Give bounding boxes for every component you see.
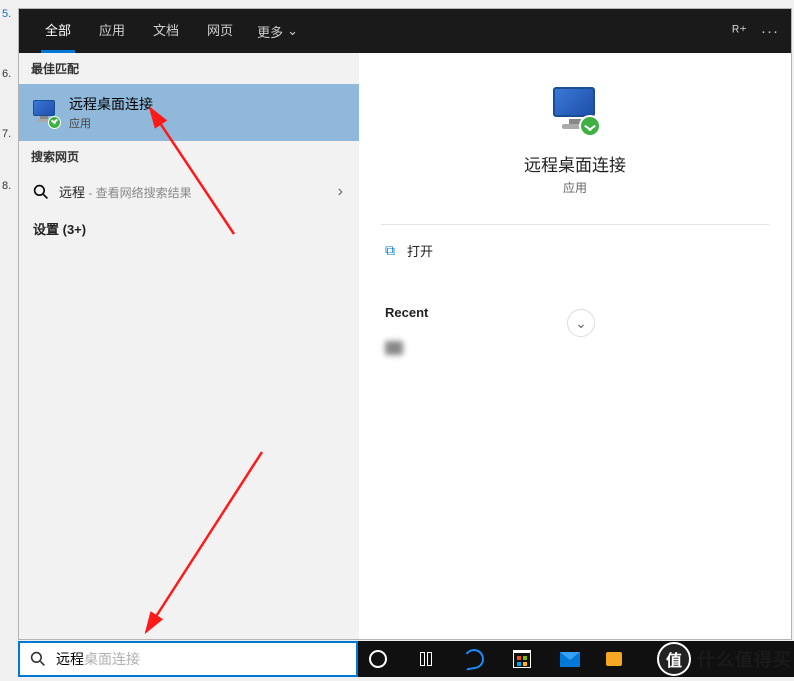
remote-desktop-icon [31,99,59,127]
edge-browser-icon[interactable] [460,645,488,673]
tab-documents[interactable]: 文档 [139,9,193,53]
search-typed-text: 远程 [56,651,84,667]
taskbar-app-icon[interactable] [604,649,624,669]
mail-app-icon[interactable] [556,645,584,673]
settings-group-row[interactable]: 设置 (3+) [19,211,359,246]
section-best-match-header: 最佳匹配 [19,53,359,84]
tab-more-label: 更多 [257,22,283,41]
tab-apps[interactable]: 应用 [85,9,139,53]
watermark-text: 什么值得买 [697,646,792,672]
open-label: 打开 [407,241,433,260]
taskbar-search-box[interactable]: 远程桌面连接 [18,641,358,677]
smzdm-watermark: 值 什么值得买 [657,641,792,677]
search-input-text: 远程桌面连接 [56,649,140,669]
tab-all[interactable]: 全部 [31,9,85,53]
chevron-right-icon: › [338,183,343,201]
result-detail-column: 远程桌面连接 应用 ⧉ 打开 ⌄ Recent [359,53,791,639]
search-icon [30,651,46,667]
search-tab-bar: 全部 应用 文档 网页 更多 ⌄ ᴿ⁺ ··· [19,9,791,53]
best-match-title: 远程桌面连接 [69,94,153,114]
best-match-result[interactable]: 远程桌面连接 应用 [19,84,359,141]
tab-more[interactable]: 更多 ⌄ [247,22,308,41]
best-match-text: 远程桌面连接 应用 [69,94,153,131]
line-number: 8. [0,180,11,240]
line-number-gutter: 5. 6. 7. 8. [0,8,11,240]
cortana-icon[interactable] [364,645,392,673]
web-search-text: 远程 - 查看网络搜索结果 [59,182,192,201]
feedback-icon[interactable]: ᴿ⁺ [732,22,747,40]
open-icon: ⧉ [385,242,395,259]
best-match-subtitle: 应用 [69,115,153,131]
tab-web[interactable]: 网页 [193,9,247,53]
detail-header: 远程桌面连接 应用 [381,73,769,225]
task-view-icon[interactable] [412,645,440,673]
detail-title: 远程桌面连接 [524,151,626,176]
line-number: 6. [0,68,11,128]
line-number: 7. [0,128,11,180]
results-list-column: 最佳匹配 远程桌面连接 应用 搜索网页 [19,53,359,639]
web-search-term: 远程 [59,185,85,200]
recent-item-label [413,338,491,357]
recent-item[interactable] [385,332,765,363]
remote-desktop-icon-large [547,85,603,141]
chevron-down-icon: ⌄ [287,23,298,39]
line-number: 5. [0,8,11,68]
chevron-down-icon: ⌄ [575,315,587,332]
watermark-badge: 值 [657,642,691,676]
search-icon [33,184,49,200]
microsoft-store-icon[interactable] [508,645,536,673]
recent-item-icon [385,341,403,355]
search-panel-body: 最佳匹配 远程桌面连接 应用 搜索网页 [19,53,791,639]
open-action[interactable]: ⧉ 打开 [381,225,769,277]
web-search-result[interactable]: 远程 - 查看网络搜索结果 › [19,172,359,211]
detail-subtitle: 应用 [563,179,587,196]
section-search-web-header: 搜索网页 [19,141,359,172]
tab-bar-right-controls: ᴿ⁺ ··· [732,9,779,53]
search-completion-text: 桌面连接 [84,651,140,667]
more-options-icon[interactable]: ··· [761,23,779,40]
web-search-suffix: - 查看网络搜索结果 [85,186,192,200]
windows-search-panel: 全部 应用 文档 网页 更多 ⌄ ᴿ⁺ ··· 最佳匹配 远程桌面连接 [18,8,792,640]
